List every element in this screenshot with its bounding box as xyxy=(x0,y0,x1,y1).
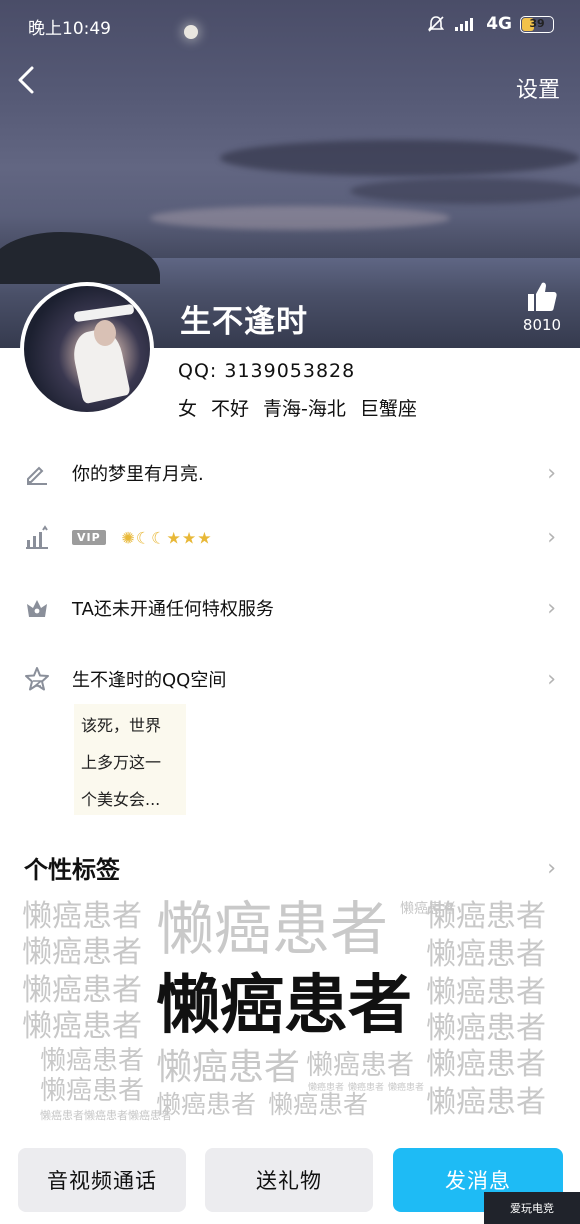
cloud-decoration xyxy=(350,178,580,204)
tag-word: 懒癌患者 xyxy=(22,899,142,934)
qzone-text: 生不逢时的QQ空间 xyxy=(72,670,227,691)
tag-word: 懒癌患者 xyxy=(268,1090,369,1119)
privilege-row[interactable]: TA还未开通任何特权服务 › xyxy=(0,583,580,633)
avatar[interactable] xyxy=(20,282,154,416)
tag-word: 懒癌患者 xyxy=(156,896,389,963)
tag-word: 懒癌患者 xyxy=(40,1109,84,1122)
pencil-icon xyxy=(27,466,47,485)
avatar-face xyxy=(94,320,116,346)
chevron-left-icon xyxy=(18,66,34,94)
status-icons: 4G 39 xyxy=(426,14,554,34)
tag-word: 懒癌患者 xyxy=(40,1046,145,1076)
tag-word: 懒癌患者 xyxy=(22,935,142,970)
gender: 女 xyxy=(178,398,198,420)
chevron-right-icon[interactable]: › xyxy=(547,856,556,881)
chevron-right-icon: › xyxy=(547,666,556,692)
qzone-preview[interactable]: 该死，世界 上多万这一 个美女会... xyxy=(74,704,186,815)
tag-word: 懒癌患者 xyxy=(156,1047,301,1088)
age: 不好 xyxy=(211,398,250,420)
battery-icon: 39 xyxy=(520,15,554,33)
profile-info: 女 不好 青海-海北 巨蟹座 xyxy=(178,394,417,421)
privilege-text: TA还未开通任何特权服务 xyxy=(72,599,274,620)
status-time: 晚上10:49 xyxy=(28,19,111,39)
tag-word: 懒癌患者 xyxy=(22,1009,142,1044)
chevron-right-icon: › xyxy=(547,460,556,486)
network-type: 4G xyxy=(486,14,512,34)
tag-word: 懒癌患者 xyxy=(426,1085,546,1120)
star-icon: ★ xyxy=(181,528,198,547)
moon-icon: ☾ xyxy=(151,528,167,547)
tag-word: 懒癌患者 xyxy=(426,1011,546,1046)
nickname: 生不逢时 xyxy=(180,304,308,340)
crown-icon xyxy=(27,600,47,617)
qq-number: QQ: 3139053828 xyxy=(178,360,356,382)
star-icon xyxy=(25,667,49,691)
chevron-right-icon: › xyxy=(547,524,556,550)
signal-icon xyxy=(455,18,474,31)
cloud-decoration xyxy=(220,140,580,176)
tag-word: 懒癌患者 xyxy=(22,973,142,1008)
qzone-preview-line: 个美女会... xyxy=(81,790,161,809)
back-button[interactable] xyxy=(14,64,54,104)
tag-word: 懒癌患者 xyxy=(426,937,546,972)
like-button[interactable]: 8010 xyxy=(522,280,562,334)
headland-decoration xyxy=(0,232,160,284)
like-count: 8010 xyxy=(522,316,562,334)
tag-word: 懒癌患者 xyxy=(308,1083,345,1093)
tag-word: 懒癌患者 xyxy=(426,1047,546,1082)
star-icon: ★ xyxy=(197,528,213,547)
qzone-preview-line: 上多万这一 xyxy=(81,753,162,772)
vip-tag: VIP xyxy=(72,530,106,545)
level-info: VIP ✺☾☾★★★ xyxy=(72,527,213,548)
zodiac: 巨蟹座 xyxy=(359,398,417,420)
tag-word: 懒癌患者 xyxy=(348,1083,385,1093)
location: 青海-海北 xyxy=(263,398,346,420)
tag-word: 懒癌患者 xyxy=(84,1109,128,1122)
signature-text: 你的梦里有月亮. xyxy=(72,464,204,485)
qzone-row[interactable]: 生不逢时的QQ空间 › xyxy=(0,654,580,704)
status-bar: 晚上10:49 4G 39 xyxy=(0,0,580,52)
tag-word: 懒癌患者 xyxy=(306,1050,414,1081)
tag-word-highlight: 懒癌患者 xyxy=(156,969,412,1043)
tag-word: 懒癌患者 xyxy=(40,1076,145,1106)
level-row[interactable]: VIP ✺☾☾★★★ › xyxy=(0,512,580,562)
send-gift-button[interactable]: 送礼物 xyxy=(205,1148,373,1212)
settings-button[interactable]: 设置 xyxy=(516,72,560,104)
level-chart-icon xyxy=(26,525,48,549)
tag-word: 懒癌患者 xyxy=(426,899,546,934)
level-badges: ✺☾☾★★★ xyxy=(121,528,212,547)
moon-icon: ☾ xyxy=(135,528,152,547)
qzone-preview-line: 该死，世界 xyxy=(81,716,162,735)
tag-word: 懒癌患者 xyxy=(426,975,546,1010)
thumbs-up-icon xyxy=(528,282,557,311)
signature-row[interactable]: 你的梦里有月亮. › xyxy=(0,448,580,498)
tag-word: 懒癌患者 xyxy=(156,1090,257,1119)
watermark-logo: 爱玩电竞 xyxy=(484,1192,580,1224)
mute-bell-icon xyxy=(428,16,445,32)
cloud-decoration xyxy=(150,206,450,230)
chevron-right-icon: › xyxy=(547,595,556,621)
tag-cloud[interactable]: 懒癌患者 懒癌患者 懒癌患者 懒癌患者 懒癌患者 懒癌患者 懒癌患者 懒癌患者 … xyxy=(22,896,562,1126)
sun-icon: ✺ xyxy=(121,528,136,547)
tag-word: 懒癌患者 xyxy=(388,1083,425,1093)
av-call-button[interactable]: 音视频通话 xyxy=(18,1148,186,1212)
tags-title: 个性标签 xyxy=(24,856,120,884)
battery-percent: 39 xyxy=(529,16,545,30)
star-icon: ★ xyxy=(166,528,182,547)
